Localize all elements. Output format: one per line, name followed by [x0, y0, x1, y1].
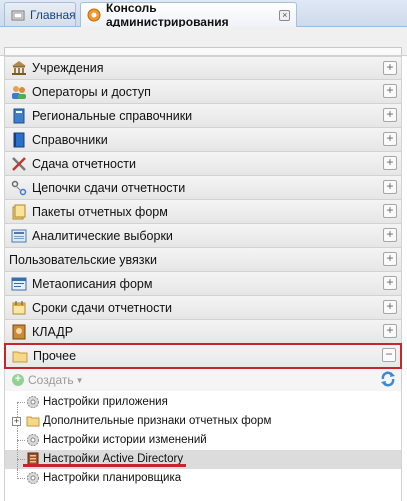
accordion-item-other[interactable]: Прочее −: [4, 343, 402, 369]
tree-item-extra-attributes[interactable]: + Дополнительные признаки отчетных форм: [5, 412, 401, 431]
accordion-item-packages[interactable]: Пакеты отчетных форм +: [4, 200, 402, 224]
expand-icon[interactable]: +: [383, 132, 397, 146]
accordion-item-chains[interactable]: Цепочки сдачи отчетности +: [4, 176, 402, 200]
address-book-icon: [11, 324, 27, 340]
tree-item-label: Дополнительные признаки отчетных форм: [43, 415, 272, 427]
accordion-item-user-links[interactable]: Пользовательские увязки +: [4, 248, 402, 272]
tree-line: [17, 402, 25, 403]
folder-icon: [12, 348, 28, 364]
expand-icon[interactable]: +: [383, 61, 397, 75]
accordion-item-deadlines[interactable]: Сроки сдачи отчетности +: [4, 296, 402, 320]
tree-item-label: Настройки приложения: [43, 396, 168, 408]
tree-line: [17, 459, 25, 460]
gear-icon: [87, 8, 101, 22]
accordion-item-label: Пользовательские увязки: [9, 252, 157, 267]
expand-icon[interactable]: +: [383, 156, 397, 170]
gear-icon: [26, 471, 40, 485]
panel-toolbar: + Создать ▼: [4, 369, 402, 391]
accordion-item-institutions[interactable]: Учреждения +: [4, 56, 402, 80]
sub-toolbar: [0, 27, 407, 56]
expand-icon[interactable]: +: [383, 252, 397, 266]
tools-icon: [11, 156, 27, 172]
accordion-item-form-meta[interactable]: Метаописания форм +: [4, 272, 402, 296]
accordion-item-label: Метаописания форм: [32, 276, 153, 291]
tree-line: [17, 440, 25, 441]
tree-item-app-settings[interactable]: Настройки приложения: [5, 393, 401, 412]
folder-icon: [26, 414, 40, 428]
accordion-item-label: Операторы и доступ: [32, 84, 151, 99]
tree-line: [17, 478, 25, 479]
accordion-item-label: Аналитические выборки: [32, 228, 173, 243]
analytics-icon: [11, 228, 27, 244]
expand-icon[interactable]: +: [383, 324, 397, 338]
expand-icon[interactable]: +: [383, 180, 397, 194]
calendar-icon: [11, 300, 27, 316]
accordion-item-regional-refs[interactable]: Региональные справочники +: [4, 104, 402, 128]
tree-item-history-settings[interactable]: Настройки истории изменений: [5, 431, 401, 450]
accordion-item-references[interactable]: Справочники +: [4, 128, 402, 152]
expand-icon[interactable]: +: [383, 300, 397, 314]
settings-tree: Настройки приложения + Дополнительные пр…: [4, 391, 402, 501]
accordion-item-label: Сроки сдачи отчетности: [32, 300, 173, 315]
expand-icon[interactable]: +: [383, 276, 397, 290]
expand-icon[interactable]: +: [383, 204, 397, 218]
expand-icon[interactable]: +: [383, 108, 397, 122]
accordion-item-label: Учреждения: [32, 61, 104, 75]
gear-icon: [26, 433, 40, 447]
tab-label: Главная: [30, 7, 76, 22]
accordion-item-operators[interactable]: Операторы и доступ +: [4, 80, 402, 104]
institution-icon: [11, 60, 27, 76]
tab-label: Консоль администрирования: [106, 1, 229, 29]
expand-icon[interactable]: +: [12, 417, 21, 426]
tree-item-label: Настройки планировщика: [43, 472, 182, 484]
book-blue-icon: [11, 132, 27, 148]
add-icon: +: [12, 374, 24, 386]
collapse-icon[interactable]: −: [382, 348, 396, 362]
tab-bar: Главная Консоль администрирования ×: [0, 0, 407, 29]
accordion-item-label: Региональные справочники: [32, 108, 193, 123]
users-icon: [11, 84, 27, 100]
accordion-item-label: Сдача отчетности: [32, 156, 136, 171]
expand-icon[interactable]: +: [383, 84, 397, 98]
accordion-item-label: Пакеты отчетных форм: [32, 204, 168, 219]
accordion-item-label: Прочее: [33, 349, 77, 363]
package-icon: [11, 204, 27, 220]
tab-home[interactable]: Главная: [4, 2, 76, 26]
tab-admin-console[interactable]: Консоль администрирования ×: [80, 1, 297, 29]
create-label: Создать: [28, 373, 74, 387]
highlight-underline: [23, 464, 186, 467]
accordion-item-label: Справочники: [32, 132, 108, 147]
form-icon: [11, 276, 27, 292]
close-icon[interactable]: ×: [279, 9, 290, 21]
expand-icon[interactable]: +: [383, 228, 397, 242]
dropdown-arrow-icon: ▼: [75, 375, 84, 385]
accordion-item-label: Цепочки сдачи отчетности: [32, 180, 186, 195]
chain-icon: [11, 180, 27, 196]
accordion-item-label: КЛАДР: [32, 324, 74, 339]
gear-icon: [26, 395, 40, 409]
panel-header: [4, 47, 402, 55]
refresh-icon[interactable]: [380, 371, 396, 387]
create-button[interactable]: + Создать ▼: [12, 373, 84, 387]
tree-item-label: Настройки истории изменений: [43, 434, 207, 446]
accordion-item-reporting[interactable]: Сдача отчетности +: [4, 152, 402, 176]
tree-item-scheduler-settings[interactable]: Настройки планировщика: [5, 469, 401, 488]
tree-line: [17, 402, 18, 412]
book-icon: [11, 108, 27, 124]
home-icon: [11, 8, 25, 22]
accordion-item-analytics[interactable]: Аналитические выборки +: [4, 224, 402, 248]
accordion: Учреждения + Операторы и доступ + Регион…: [4, 56, 402, 369]
accordion-item-kladr[interactable]: КЛАДР +: [4, 320, 402, 344]
